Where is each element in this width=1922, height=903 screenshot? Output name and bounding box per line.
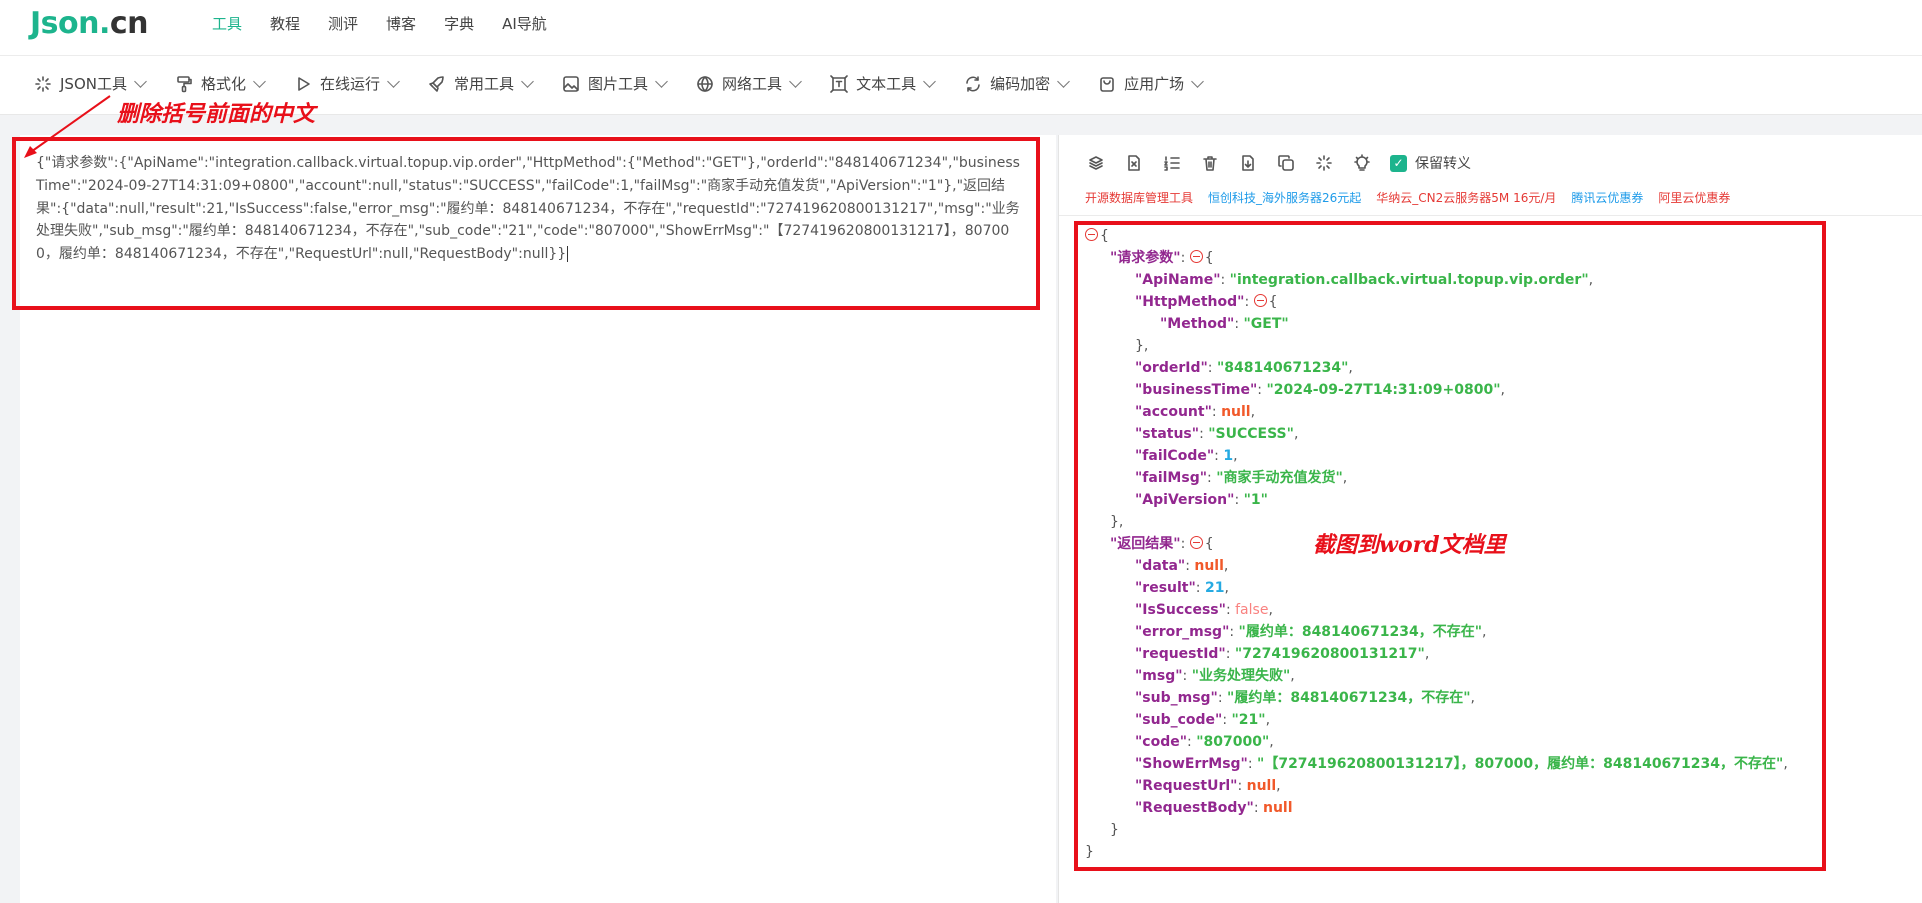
tool-menu-item[interactable]: 在线运行 [294,73,400,94]
copy-icon[interactable] [1276,153,1296,173]
tool-menu-item[interactable]: 应用广场 [1098,73,1204,94]
annotation-arrow-icon [24,95,111,158]
top-nav-item[interactable]: 测评 [328,14,358,34]
chevron-down-icon [253,74,266,88]
keep-escape-label: 保留转义 [1415,156,1471,172]
tool-menu-label: 编码加密 [990,75,1051,93]
layers-icon[interactable] [1086,153,1106,173]
globe-icon [696,75,714,93]
file-download-icon[interactable] [1238,153,1258,173]
sponsor-link[interactable]: 华纳云_CN2云服务器5M 16元/月 [1376,189,1556,206]
rocket-icon [428,75,446,93]
top-nav-item[interactable]: 工具 [212,14,242,34]
sponsor-link[interactable]: 腾讯云优惠券 [1571,189,1643,206]
annotation-left-text: 删除括号前面的中文 [117,101,316,127]
tool-menu-item[interactable]: 图片工具 [562,73,668,94]
tool-menu-item[interactable]: 编码加密 [964,73,1070,94]
divider [1059,215,1922,216]
top-nav: 工具 教程 测评 博客 字典 AI导航 [212,14,575,34]
tool-menu-item[interactable]: 格式化 [175,73,266,94]
tool-menu-label: 格式化 [200,75,246,93]
paint-roller-icon [175,75,193,93]
tool-menu: JSON工具 格式化 在线运行 常用工具 图片工具 网络工具 文本工具 编码加密 应用广场 [34,73,1232,94]
output-toolbar: ✓ 保留转义 [1086,153,1471,173]
tool-menu-label: 常用工具 [454,75,515,93]
sponsor-links: 开源数据库管理工具 恒创科技_海外服务器26元起 华纳云_CN2云服务器5M 16元… [1085,189,1745,206]
text-frame-icon [830,74,848,93]
top-nav-item[interactable]: 教程 [270,14,300,34]
tool-menu-item[interactable]: 网络工具 [696,73,802,94]
list-ordered-icon[interactable] [1162,153,1182,173]
keep-escape-checkbox[interactable]: ✓ 保留转义 [1390,153,1471,173]
sparkle-icon[interactable] [1314,153,1334,173]
tool-menu-item[interactable]: 文本工具 [830,73,936,94]
image-icon [562,75,580,93]
top-nav-item[interactable]: AI导航 [502,14,547,34]
file-x-icon[interactable] [1124,153,1144,173]
refresh-icon [964,75,982,93]
tool-menu-label: 图片工具 [588,75,649,93]
top-header: Json.cn 工具 教程 测评 博客 字典 AI导航 [0,0,1922,56]
chevron-down-icon [1057,74,1070,88]
tool-menu-label: 应用广场 [1124,75,1185,93]
tool-menu-item[interactable]: 常用工具 [428,73,534,94]
annotation-right-text: 截图到word文档里 [1313,532,1506,558]
site-logo[interactable]: Json.cn [30,6,149,41]
tool-menu-label: 网络工具 [722,75,783,93]
play-icon [294,75,312,93]
chevron-down-icon [789,74,802,88]
top-nav-item[interactable]: 字典 [444,14,474,34]
annotation-box-input [12,137,1040,310]
chevron-down-icon [923,74,936,88]
sponsor-link[interactable]: 开源数据库管理工具 [1085,189,1193,206]
checkmark-icon: ✓ [1390,154,1407,172]
trash-icon[interactable] [1200,153,1220,173]
chevron-down-icon [1191,74,1204,88]
chevron-down-icon [134,74,147,88]
sponsor-link[interactable]: 恒创科技_海外服务器26元起 [1208,189,1361,206]
logo-part2: cn [109,6,149,41]
top-nav-item[interactable]: 博客 [386,14,416,34]
chevron-down-icon [521,74,534,88]
tool-menu-label: 在线运行 [320,75,381,93]
bag-icon [1098,75,1116,93]
chevron-down-icon [387,74,400,88]
logo-part1: Json. [30,6,110,41]
chevron-down-icon [655,74,668,88]
tool-menu-label: 文本工具 [856,75,917,93]
sponsor-link[interactable]: 阿里云优惠券 [1658,189,1730,206]
bulb-icon[interactable] [1352,153,1372,173]
